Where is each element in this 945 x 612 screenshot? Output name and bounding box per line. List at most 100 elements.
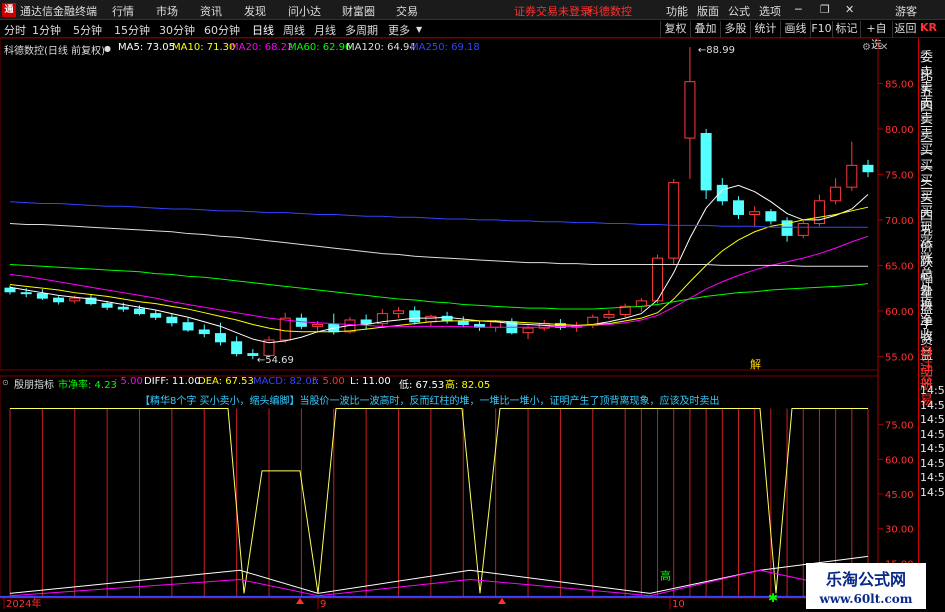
menu-news[interactable]: 资讯 — [200, 3, 222, 19]
side-item: 自动 — [920, 344, 934, 379]
candle-body — [393, 310, 405, 315]
indicator-toggle-icon[interactable]: ⊙ — [2, 378, 9, 387]
candle-body — [4, 287, 16, 293]
period-5min[interactable]: 5分钟 — [73, 22, 102, 38]
ma-line-ma60 — [9, 263, 869, 310]
restore-icon[interactable]: ❐ — [820, 3, 830, 16]
stock-warning: 科德数控 — [588, 5, 632, 18]
low-annotation: ←54.69 — [257, 355, 294, 366]
period-30min[interactable]: 30分钟 — [159, 22, 195, 38]
side-item: 买五 — [920, 205, 934, 239]
menu-ask[interactable]: 问小达 — [288, 3, 321, 19]
period-1min[interactable]: 1分钟 — [32, 22, 61, 38]
minimize-icon[interactable]: ─ — [795, 3, 802, 16]
app-title: 通达信金融终端 — [20, 5, 97, 18]
side-item: 14:5 — [920, 413, 945, 426]
add-watchlist-button[interactable]: +自选 — [860, 21, 892, 51]
indicator-item-6: L: 11.00 — [350, 376, 391, 387]
side-item: 卖三 — [920, 96, 934, 131]
sub-y-tick-label: 30.00 — [885, 525, 914, 536]
sub-y-tick-label: 60.00 — [885, 455, 914, 466]
candle-body — [409, 310, 421, 323]
side-item: 委比 — [920, 50, 934, 84]
settings-icon[interactable]: ⚙ — [862, 42, 871, 53]
candle-body — [20, 292, 32, 295]
marker-triangle — [296, 598, 304, 604]
menu-wealth[interactable]: 财富圈 — [342, 3, 375, 19]
ma-toggle-icon[interactable]: ● — [104, 44, 111, 53]
main-frame — [0, 38, 879, 371]
y-tick-label: 75.00 — [885, 170, 914, 181]
candle-body — [214, 333, 226, 343]
period-monthly[interactable]: 月线 — [314, 22, 336, 38]
login-warning[interactable]: 证券交易未登录 — [514, 3, 591, 19]
multi-stock-button[interactable]: 多股 — [720, 21, 750, 38]
indicator-item-4: MACD: 82.05 — [253, 376, 319, 387]
y-tick-label: 80.00 — [885, 125, 914, 136]
side-item: 涨跌 — [920, 236, 934, 270]
corner-label: KR — [920, 21, 937, 34]
indicator-line-yellow — [10, 407, 868, 594]
adjust-button[interactable]: 复权 — [660, 21, 690, 38]
period-weekly[interactable]: 周线 — [283, 22, 305, 38]
menu-layout[interactable]: 版面 — [697, 3, 719, 19]
menu-functions[interactable]: 功能 — [666, 3, 688, 19]
release-marker: 解 — [750, 357, 761, 371]
indicator-name[interactable]: 殷朋指标 — [14, 376, 54, 391]
candle-body — [457, 320, 469, 326]
chart-title: 科德数控(日线 前复权) — [4, 46, 105, 57]
ma60-label: MA60: 62.96 — [288, 42, 352, 53]
close-icon[interactable]: ✕ — [845, 3, 854, 16]
back-button[interactable]: 返回 — [892, 21, 918, 38]
menu-markets[interactable]: 市场 — [156, 3, 178, 19]
menu-market[interactable]: 行情 — [112, 3, 134, 19]
side-item: 现价 — [920, 220, 934, 255]
guest-label[interactable]: 游客 — [895, 3, 917, 19]
menu-trade[interactable]: 交易 — [396, 3, 418, 19]
side-item: 卖一 — [920, 127, 934, 162]
side-item: 买三 — [920, 174, 934, 208]
title-bar — [0, 0, 945, 20]
period-more[interactable]: 更多 — [388, 22, 410, 38]
kline-chart[interactable]: 55.0060.0065.0070.0075.0080.0085.0015.00… — [0, 38, 918, 609]
stats-button[interactable]: 统计 — [750, 21, 780, 38]
candle-body — [69, 297, 81, 302]
ma120-label: MA120: 64.94 — [346, 42, 416, 53]
draw-line-button[interactable]: 画线 — [780, 21, 810, 38]
ma20-label: MA20: 68.22 — [230, 42, 294, 53]
side-item: 买四 — [920, 189, 934, 224]
period-multi[interactable]: 多周期 — [345, 22, 378, 38]
menu-formula[interactable]: 公式 — [728, 3, 750, 19]
sub-frame — [0, 375, 879, 599]
side-item: 卖四 — [920, 81, 934, 115]
candle-body — [830, 186, 842, 202]
mark-button[interactable]: 标记 — [832, 21, 860, 38]
period-timeshare[interactable]: 分时 — [4, 22, 26, 38]
period-daily[interactable]: 日线 — [252, 22, 274, 38]
candle-body — [765, 211, 777, 222]
menu-discover[interactable]: 发现 — [244, 3, 266, 19]
candle-body — [101, 303, 113, 308]
star-marker: ✱ — [768, 591, 778, 605]
side-item: 14:5 — [920, 442, 945, 455]
side-item: 买一 — [920, 143, 934, 177]
indicator-item-0: 市净率: 4.23 — [58, 380, 117, 391]
side-item: 净资 — [920, 313, 934, 348]
period-15min[interactable]: 15分钟 — [114, 22, 150, 38]
period-60min[interactable]: 60分钟 — [204, 22, 240, 38]
close-chart-icon[interactable]: ✕ — [880, 42, 888, 53]
side-item: 交易 — [920, 373, 934, 408]
candle-body — [797, 223, 809, 236]
candle-body — [134, 308, 146, 315]
more-dropdown-icon[interactable]: ▼ — [416, 25, 422, 34]
menu-options[interactable]: 选项 — [759, 3, 781, 19]
overlay-button[interactable]: 叠加 — [690, 21, 720, 38]
side-item: 14:5 — [920, 384, 945, 397]
side-item: 涨幅 — [920, 251, 934, 286]
candle-body — [700, 133, 712, 191]
y-tick-label: 85.00 — [885, 79, 914, 90]
f10-button[interactable]: F10 — [810, 21, 832, 38]
indicator-item-3: DEA: 67.53 — [198, 376, 254, 387]
side-item: 14:5 — [920, 485, 945, 499]
ma10-label: MA10: 71.30 — [172, 42, 236, 53]
